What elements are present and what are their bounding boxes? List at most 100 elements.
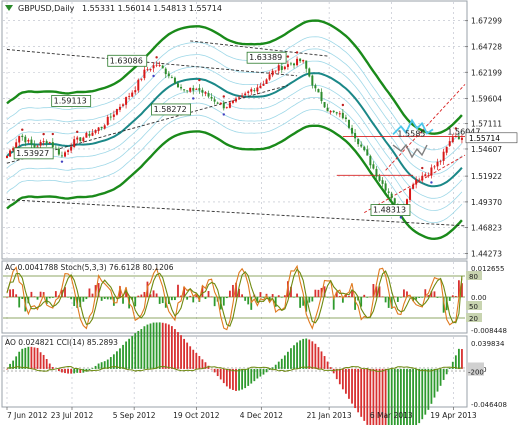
candle-body <box>97 127 100 132</box>
ao-histogram-bar <box>116 351 118 369</box>
ao-histogram-bar <box>271 367 274 369</box>
candle-body <box>329 110 332 113</box>
price-axis-label: 1.46823 <box>471 224 502 233</box>
candle-body <box>100 126 103 129</box>
date-axis-label: 21 Jan 2013 <box>307 411 352 420</box>
candle-body <box>296 58 299 66</box>
ac-histogram-bar <box>329 296 332 298</box>
ac-histogram-bar <box>436 297 439 298</box>
ac-histogram-bar <box>232 284 234 297</box>
ao-histogram-bar <box>228 368 231 389</box>
candle-body <box>308 68 311 77</box>
candle-body <box>381 180 384 184</box>
candle-body <box>430 167 433 176</box>
ac-histogram-bar <box>338 295 341 297</box>
ao-histogram-bar <box>262 368 265 375</box>
ac-histogram-bar <box>296 293 298 297</box>
candle-body <box>445 146 448 153</box>
ao-histogram-bar <box>235 368 237 391</box>
ao-histogram-bar <box>445 368 448 375</box>
price-axis-label: 1.44273 <box>471 249 502 258</box>
ac-histogram-bar <box>100 297 103 301</box>
date-axis-label: 6 Mar 2013 <box>370 411 413 420</box>
candle-body <box>167 73 170 77</box>
candle-body <box>131 92 134 97</box>
ac-histogram-bar <box>186 297 189 300</box>
ac-axis-label: 20 <box>469 315 478 323</box>
ao-histogram-bar <box>201 359 204 369</box>
current-price-label: 1.55714 <box>469 134 500 143</box>
price-axis-label: 1.57111 <box>471 120 502 129</box>
ac-histogram-bar <box>207 291 210 297</box>
ao-histogram-bar <box>244 368 247 389</box>
ao-histogram-bar <box>439 368 442 386</box>
ac-histogram-bar <box>177 284 179 297</box>
chart-canvas[interactable]: 1.53927 1.59113 1.63086 1.58272 1.63389 1.558… <box>0 0 520 429</box>
ao-histogram-bar <box>341 368 344 390</box>
ao-histogram-bar <box>454 355 457 369</box>
ac-axis-label: 50 <box>469 303 478 311</box>
ac-axis-label: 80 <box>469 273 478 281</box>
ao-histogram-bar <box>210 368 213 370</box>
ao-histogram-bar <box>158 322 161 369</box>
ao-histogram-bar <box>345 368 347 394</box>
candle-body <box>250 89 253 92</box>
candle-body <box>21 135 24 138</box>
ao-histogram-bar <box>256 368 259 379</box>
candle-body <box>149 69 152 71</box>
ac-histogram-bar <box>82 297 85 302</box>
candle-body <box>60 155 63 157</box>
price-annotation-label: 1.59113 <box>54 96 87 105</box>
candle-body <box>244 93 247 96</box>
ac-histogram-bar <box>387 297 390 308</box>
candle-body <box>460 137 463 140</box>
ao-histogram-bar <box>174 329 176 369</box>
ao-axis-label: -0.046408 <box>471 401 507 409</box>
candle-body <box>451 137 454 143</box>
fractal-up-marker <box>42 132 45 136</box>
price-annotation-label: 1.63086 <box>110 56 143 65</box>
ao-histogram-bar <box>430 368 433 404</box>
ac-histogram-bar <box>433 291 436 297</box>
candle-body <box>421 175 424 181</box>
candle-body <box>67 150 70 153</box>
ao-histogram-bar <box>39 352 42 369</box>
candle-body <box>213 99 216 102</box>
ao-histogram-bar <box>134 333 137 369</box>
ac-histogram-bar <box>30 291 33 297</box>
candle-body <box>122 104 125 106</box>
ao-histogram-bar <box>421 368 424 420</box>
ao-histogram-bar <box>192 349 195 369</box>
price-axis-label: 1.54607 <box>471 145 502 154</box>
candle-body <box>64 152 67 157</box>
ac-histogram-bar <box>88 288 91 297</box>
ac-histogram-bar <box>228 290 231 297</box>
candle-body <box>231 100 234 103</box>
ac-histogram-bar <box>277 295 280 297</box>
ao-histogram-bar <box>323 356 326 369</box>
candle-body <box>427 174 430 176</box>
ao-histogram-bar <box>61 368 63 373</box>
ao-histogram-bar <box>67 368 69 374</box>
candle-body <box>30 139 33 145</box>
ao-histogram-bar <box>189 346 192 369</box>
ac-histogram-bar <box>399 297 402 298</box>
ao-histogram-bar <box>64 368 66 374</box>
fractal-down-marker <box>430 181 433 184</box>
candle-body <box>106 116 109 125</box>
ao-histogram-bar <box>51 366 54 369</box>
ao-histogram-bar <box>183 338 185 369</box>
ac-histogram-bar <box>451 295 454 297</box>
ao-histogram-bar <box>265 368 268 373</box>
ao-histogram-bar <box>354 368 356 409</box>
candle-body <box>219 102 222 105</box>
candle-body <box>18 136 21 143</box>
candle-body <box>375 168 378 177</box>
ao-histogram-bar <box>225 368 228 387</box>
candle-body <box>228 102 231 108</box>
candle-body <box>357 138 360 145</box>
candle-body <box>54 147 57 149</box>
ao-histogram-bar <box>24 347 27 369</box>
ao-histogram-bar <box>137 330 140 369</box>
ao-histogram-bar <box>131 335 134 369</box>
